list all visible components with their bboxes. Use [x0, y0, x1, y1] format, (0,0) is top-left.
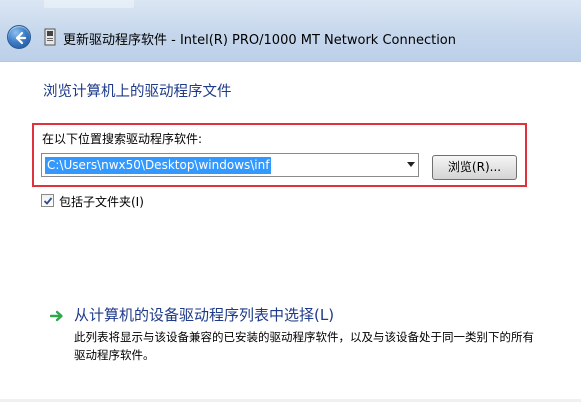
back-button[interactable] — [7, 25, 31, 49]
include-subfolders-checkbox[interactable] — [41, 194, 54, 207]
pick-from-list-description: 此列表将显示与该设备兼容的已安装的驱动程序软件，以及与该设备处于同一类别下的所有… — [74, 330, 534, 362]
chevron-down-icon[interactable] — [407, 162, 415, 167]
device-icon — [44, 28, 56, 46]
search-location-label: 在以下位置搜索驱动程序软件: — [42, 132, 203, 146]
titlebar-ghost — [44, 0, 134, 8]
green-arrow-icon — [50, 310, 63, 322]
window-title: 更新驱动程序软件 - Intel(R) PRO/1000 MT Network … — [63, 33, 457, 48]
search-path-combobox[interactable]: C:\Users\nwx50\Desktop\windows\inf — [41, 153, 419, 177]
back-arrow-icon — [15, 31, 27, 45]
browse-button[interactable]: 浏览(R)... — [432, 155, 517, 180]
window-titlebar: 更新驱动程序软件 - Intel(R) PRO/1000 MT Network … — [0, 0, 581, 62]
page-heading: 浏览计算机上的驱动程序文件 — [43, 84, 232, 100]
search-path-value[interactable]: C:\Users\nwx50\Desktop\windows\inf — [45, 157, 272, 174]
include-subfolders-label[interactable]: 包括子文件夹(I) — [59, 193, 144, 210]
checkmark-icon — [43, 197, 53, 205]
pick-from-list-link[interactable]: 从计算机的设备驱动程序列表中选择(L) — [74, 304, 334, 325]
